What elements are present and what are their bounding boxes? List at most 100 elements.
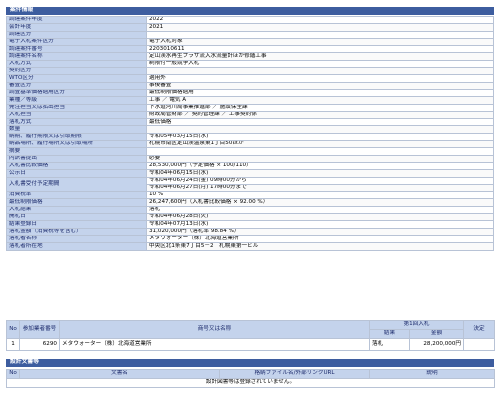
- decision-cell: [463, 338, 495, 351]
- info-label: 納品場所、履行場所又は引取場所: [6, 140, 147, 149]
- info-label: 結果登録日: [6, 220, 147, 229]
- info-label: 落札金額（消費税等を含む）: [6, 227, 147, 236]
- col-header-bidder-no: 参加業者番号: [19, 320, 60, 339]
- case-info-header: 案件情報: [6, 7, 494, 15]
- info-value: 財政局管財部 ／ 契約管理課 ／ 工事契約係: [146, 110, 494, 120]
- procurement-case-page: 案件情報 調達案件年度 2022 会計年度 2021 調達区分 電子入札案件区分 電子入札対…: [0, 0, 500, 400]
- info-value: 令和05年03月15日(水): [146, 132, 494, 142]
- info-label: 落札者名称: [6, 234, 147, 244]
- info-row: 調査基準価格適用区分 最低制限価格適用: [6, 88, 494, 98]
- info-label: 発注担当又は払出担当: [6, 103, 147, 112]
- info-label: 調達案件名称: [6, 52, 147, 61]
- info-value: 10 %: [146, 191, 494, 200]
- info-value: 落札: [146, 205, 494, 215]
- info-value: 令和04年06月27日(月) 17時00分まで: [146, 183, 494, 193]
- info-value: 事後審査: [146, 81, 494, 90]
- info-row: 調達案件名称 定山渓水再生プラザ流入水流量計ほか修繕工事: [6, 52, 494, 61]
- info-value: 2021: [146, 23, 494, 32]
- design-docs-header: 設計文書等: [6, 359, 494, 367]
- info-row: 落札者名称 メタウォーター（株）北海道営業所: [6, 234, 494, 244]
- col-header-round1: 第1回入札: [369, 320, 464, 330]
- info-value: 最低価格: [146, 118, 494, 127]
- info-value: 2022: [146, 15, 494, 25]
- info-row: 内訳書提出 必要: [6, 154, 494, 163]
- no-documents-message: 設計図書等は登録されていません。: [6, 378, 495, 388]
- doc-col-header-name: 文書名: [19, 369, 220, 379]
- case-info-title: 案件情報: [10, 7, 34, 14]
- info-row: 入札書比較価格 28,530,000円（予定価格 × 100/110）: [6, 161, 494, 171]
- info-value: [146, 30, 494, 39]
- info-value: 令和04年06月15日(水): [146, 169, 494, 178]
- table-row: 1 6290 メタウォーター（株）北海道営業所 落札 28,200,000円: [6, 338, 495, 351]
- info-label: 入札書受付予定期間: [6, 176, 147, 193]
- info-label: 業種／等級: [6, 96, 147, 105]
- info-row: 調達案件年度 2022: [6, 15, 494, 25]
- info-row: 落札方式 最低価格: [6, 118, 494, 127]
- info-row: 調達案件番号 2203010611: [6, 45, 494, 54]
- info-row: 落札者所在地 中央区北1条東7丁目5－2 札幌東第一ビル: [6, 242, 494, 251]
- bidder-no-cell: 6290: [19, 338, 60, 351]
- info-label: 入札担当: [6, 110, 147, 120]
- info-label: 公示日: [6, 169, 147, 178]
- bid-results-table: No 参加業者番号 商号又は名称 第1回入札 決定 結果 金額 1 6290 メ…: [6, 320, 495, 351]
- info-value: 31,020,000円（落札率 98.84 %）: [146, 227, 494, 236]
- info-row: 開札日 令和04年06月28日(火): [6, 212, 494, 222]
- info-row: 落札金額（消費税等を含む） 31,020,000円（落札率 98.84 %）: [6, 227, 494, 236]
- info-label: 電子入札案件区分: [6, 37, 147, 47]
- doc-col-header-no: No: [6, 369, 20, 379]
- info-row: 納品場所、履行場所又は引取場所 札幌市南区定山渓温泉東1丁目50ほか: [6, 140, 494, 149]
- info-value: 工事 ／ 電気 A: [146, 96, 494, 105]
- result-cell: 落札: [369, 338, 410, 351]
- info-row: 電子入札案件区分 電子入札対象: [6, 37, 494, 47]
- info-row: 数量: [6, 125, 494, 134]
- info-label: 調査基準価格適用区分: [6, 88, 147, 98]
- info-value: 28,530,000円（予定価格 × 100/110）: [146, 161, 494, 171]
- col-header-amount: 金額: [409, 329, 464, 339]
- info-label: 内訳書提出: [6, 154, 147, 163]
- info-label: 開札日: [6, 212, 147, 222]
- info-row: 入札方式 制限付一般競争入札: [6, 59, 494, 69]
- info-value: 26,247,600円（入札書比較価格 × 92.00 %）: [146, 198, 494, 207]
- info-label: 落札者所在地: [6, 242, 147, 251]
- info-value: 最低制限価格適用: [146, 88, 494, 98]
- info-label: 会計年度: [6, 23, 147, 32]
- info-value: [146, 147, 494, 156]
- info-row: 会計年度 2021: [6, 23, 494, 32]
- info-label: 最低制限価格: [6, 198, 147, 207]
- amount-cell: 28,200,000円: [409, 338, 464, 351]
- doc-col-header-file-link: 格納ファイル名/外部リンクURL: [219, 369, 370, 379]
- info-row: 公示日 令和04年06月15日(水): [6, 169, 494, 178]
- design-docs-table: No 文書名 格納ファイル名/外部リンクURL 説明 設計図書等は登録されていま…: [6, 369, 495, 388]
- info-value: 2203010611: [146, 45, 494, 54]
- info-row: 入札担当 財政局管財部 ／ 契約管理課 ／ 工事契約係: [6, 110, 494, 120]
- info-row: 入札書受付予定期間 令和04年06月24日(金) 09時00分から: [6, 176, 494, 193]
- info-value: 令和04年07月13日(水): [146, 220, 494, 229]
- info-value: メタウォーター（株）北海道営業所: [146, 234, 494, 244]
- info-value: 制限付一般競争入札: [146, 59, 494, 69]
- col-header-decision: 決定: [463, 320, 495, 339]
- info-row: WTO区分 適用外: [6, 74, 494, 83]
- info-value: [146, 125, 494, 134]
- info-row: 業種／等級 工事 ／ 電気 A: [6, 96, 494, 105]
- info-row: 発注担当又は払出担当 下水道河川局事業推進部 ／ 施設保全課: [6, 103, 494, 112]
- info-label: 入札書比較価格: [6, 161, 147, 171]
- info-row: 契約区分: [6, 67, 494, 76]
- info-label: 調達案件年度: [6, 15, 147, 25]
- doc-col-header-description: 説明: [369, 369, 495, 379]
- info-row: 調達区分: [6, 30, 494, 39]
- info-row: 最低制限価格 26,247,600円（入札書比較価格 × 92.00 %）: [6, 198, 494, 207]
- info-label: 入札方式: [6, 59, 147, 69]
- col-header-company-name: 商号又は名称: [59, 320, 370, 339]
- info-value: 電子入札対象: [146, 37, 494, 47]
- info-label: 調達区分: [6, 30, 147, 39]
- info-value: 令和04年06月28日(火): [146, 212, 494, 222]
- info-label: 納期、履行期限又は引取期限: [6, 132, 147, 142]
- info-row: 結果登録日 令和04年07月13日(水): [6, 220, 494, 229]
- company-name-cell: メタウォーター（株）北海道営業所: [59, 338, 370, 351]
- bid-no-cell: 1: [6, 338, 20, 351]
- info-row: 入札結果 落札: [6, 205, 494, 215]
- info-value: 定山渓水再生プラザ流入水流量計ほか修繕工事: [146, 52, 494, 61]
- case-info-table: 調達案件年度 2022 会計年度 2021 調達区分 電子入札案件区分 電子入札対象 調達案件…: [6, 15, 494, 251]
- info-label: 落札方式: [6, 118, 147, 127]
- info-label: 入札結果: [6, 205, 147, 215]
